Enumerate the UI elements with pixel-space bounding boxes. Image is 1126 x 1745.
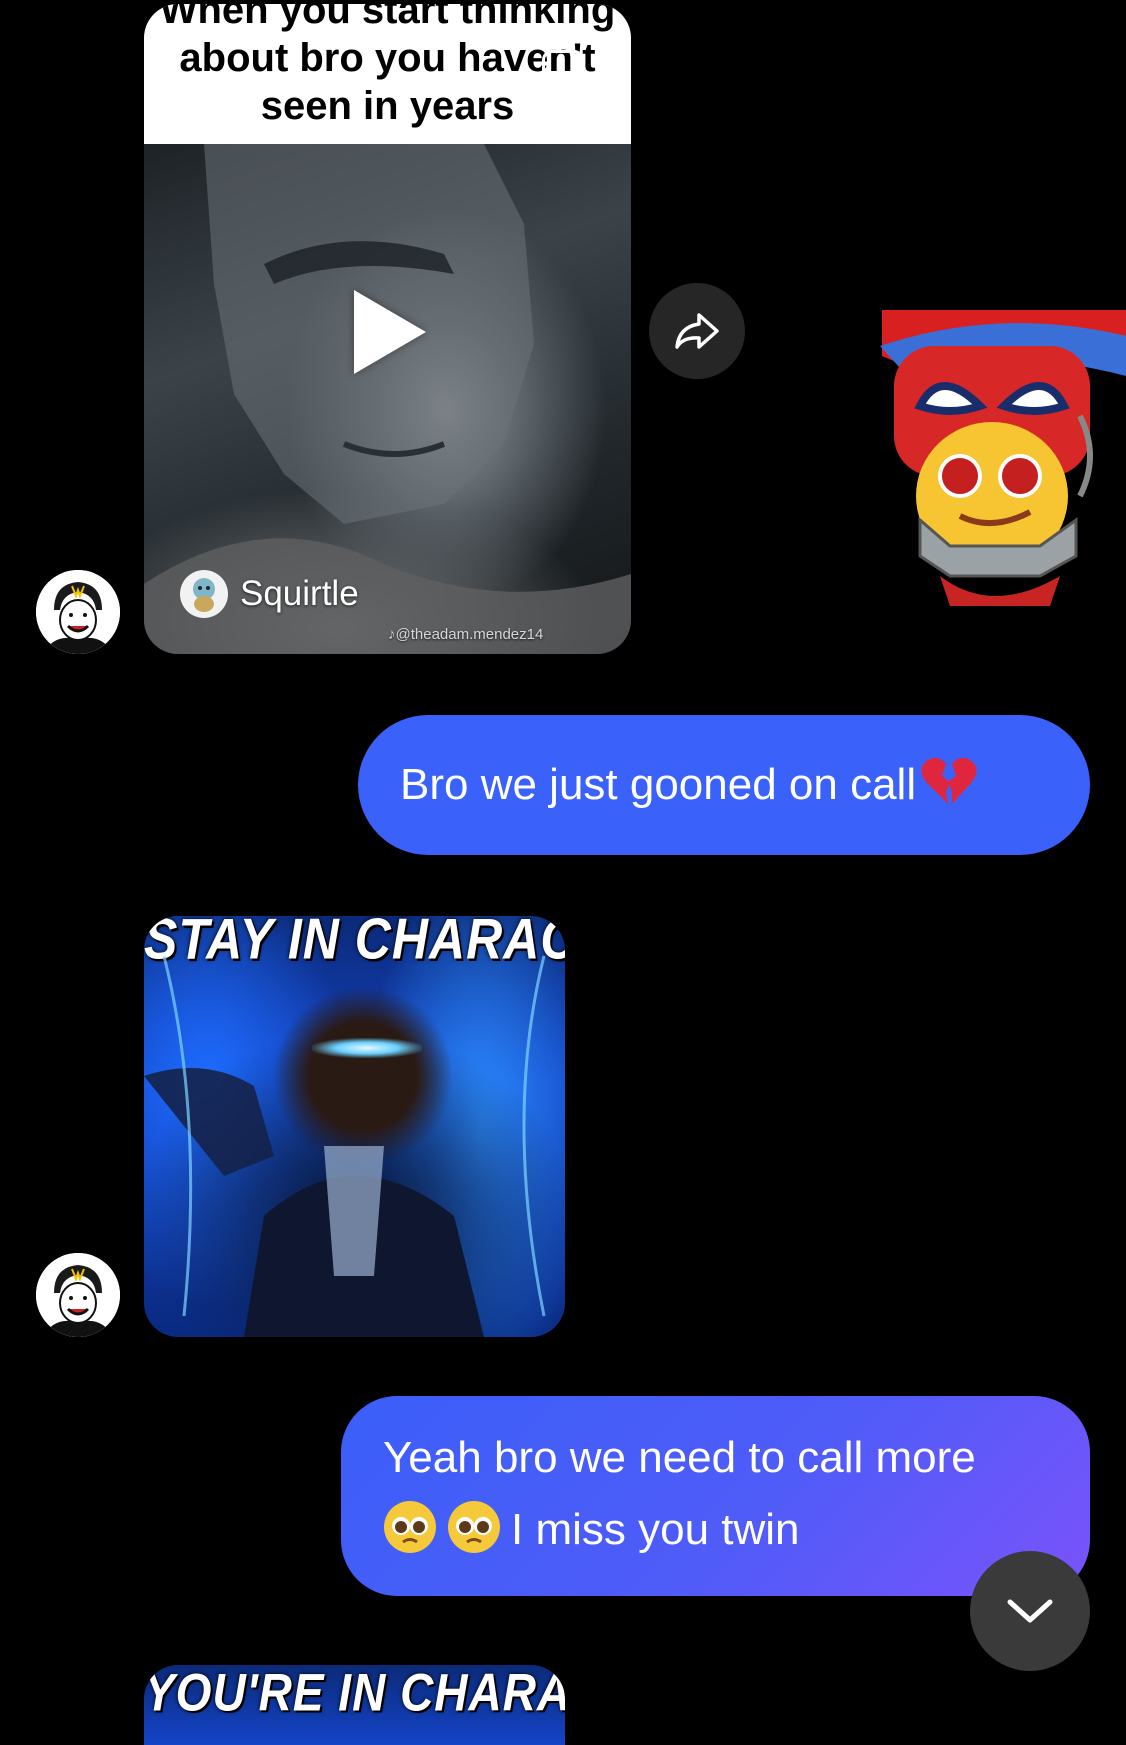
glowing-eyes [312, 1038, 422, 1058]
share-arrow-icon [675, 313, 719, 349]
chevron-down-icon [1007, 1599, 1053, 1623]
sender-avatar[interactable] [36, 1253, 120, 1337]
broken-heart-icon [920, 754, 978, 817]
message-text-line1: Yeah bro we need to call more [383, 1433, 976, 1482]
shared-reel[interactable]: When you start thinking about bro you ha… [144, 4, 631, 654]
squirtle-avatar-icon [180, 570, 228, 618]
message-text: Bro we just gooned on call [400, 760, 917, 809]
reel-source[interactable]: Squirtle [180, 570, 359, 618]
spiderman-emoji-sticker[interactable] [880, 306, 1126, 610]
message-bubble-outgoing[interactable]: Bro we just gooned on call [358, 715, 1090, 855]
reel-source-name: Squirtle [240, 574, 359, 613]
sender-avatar[interactable] [36, 570, 120, 654]
mute-icon[interactable] [542, 50, 584, 86]
pleading-face-icon [383, 1500, 437, 1554]
message-text-line2: I miss you twin [511, 1505, 800, 1554]
gif-image[interactable]: STAY IN CHARACTER [144, 916, 565, 1337]
gif-caption: YOU'RE IN CHARACTER [144, 1665, 565, 1722]
play-icon [354, 290, 426, 374]
pleading-face-icon [447, 1500, 501, 1554]
gif-image[interactable]: YOU'RE IN CHARACTER [144, 1665, 565, 1745]
reel-handle: ♪@theadam.mendez14 [388, 626, 544, 643]
share-button[interactable] [649, 283, 745, 379]
message-bubble-outgoing[interactable]: Yeah bro we need to call more I miss you… [341, 1396, 1090, 1596]
scroll-to-bottom-button[interactable] [970, 1551, 1090, 1671]
